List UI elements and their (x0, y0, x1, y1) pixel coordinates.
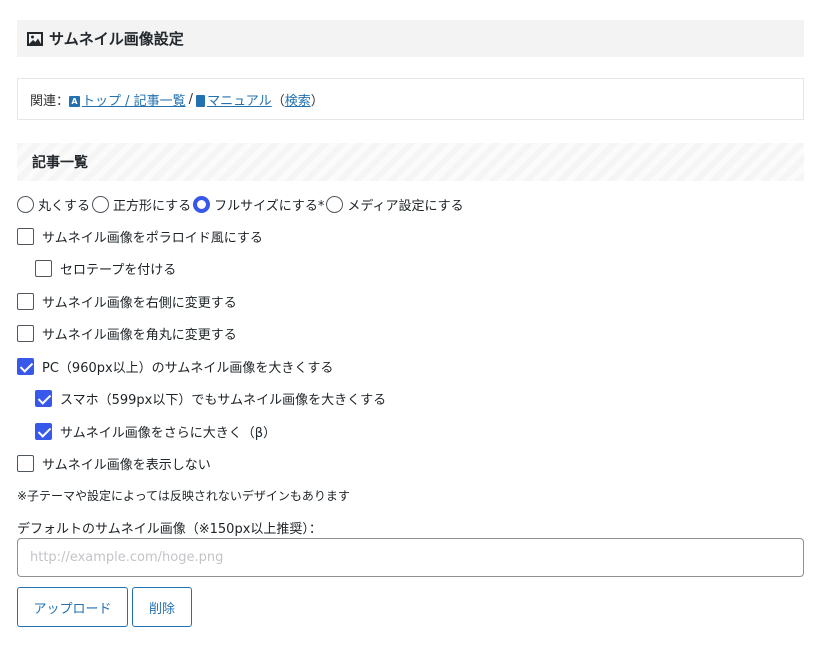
hide-thumbnail-checkbox[interactable] (17, 455, 34, 472)
hide-thumbnail-label: サムネイル画像を表示しない (42, 458, 211, 473)
radio-option-media[interactable]: メディア設定にする (326, 195, 464, 214)
delete-button[interactable]: 削除 (132, 587, 192, 627)
radio-option-square[interactable]: 正方形にする (92, 195, 191, 214)
upload-button[interactable]: アップロード (17, 587, 128, 627)
default-image-label: デフォルトのサムネイル画像（※150px以上推奨）： (17, 522, 322, 537)
pc-large-checkbox[interactable] (17, 358, 34, 375)
tape-option[interactable]: セロテープを付ける (35, 259, 176, 278)
sp-large-label: スマホ（599px以下）でもサムネイル画像を大きくする (60, 393, 387, 408)
open-paren: （ (271, 93, 285, 109)
polaroid-label: サムネイル画像をポラロイド風にする (42, 231, 263, 246)
rounded-option[interactable]: サムネイル画像を角丸に変更する (17, 324, 237, 343)
image-icon (27, 31, 43, 46)
thumbnail-shape-radio-group: 丸くする 正方形にする フルサイズにする* メディア設定にする (17, 193, 466, 215)
larger-label: サムネイル画像をさらに大きく（β） (60, 426, 277, 441)
manual-link-label: マニュアル (207, 93, 272, 109)
related-prefix: 関連： (30, 93, 70, 109)
radio-square-label: 正方形にする (113, 198, 192, 214)
page-title: サムネイル画像設定 (49, 30, 184, 48)
radio-round-label: 丸くする (38, 198, 91, 214)
design-note: ※子テーマや設定によっては反映されないデザインもあります (17, 489, 350, 503)
radio-fullsize[interactable] (193, 195, 211, 213)
close-paren: ） (310, 93, 324, 109)
polaroid-option[interactable]: サムネイル画像をポラロイド風にする (17, 227, 263, 246)
radio-square[interactable] (92, 195, 110, 213)
top-list-link[interactable]: A トップ / 記事一覧 (69, 90, 186, 109)
pc-large-label: PC（960px以上）のサムネイル画像を大きくする (42, 361, 334, 376)
sp-large-option[interactable]: スマホ（599px以下）でもサムネイル画像を大きくする (35, 389, 386, 408)
larger-checkbox[interactable] (35, 423, 52, 440)
top-list-link-label: トップ / 記事一覧 (82, 93, 186, 109)
radio-option-round[interactable]: 丸くする (17, 195, 90, 214)
manual-book-icon (196, 95, 206, 107)
right-side-label: サムネイル画像を右側に変更する (42, 296, 237, 311)
radio-media-label: メディア設定にする (347, 198, 464, 214)
radio-fullsize-label: フルサイズにする* (214, 198, 325, 214)
rounded-checkbox[interactable] (17, 325, 34, 342)
tape-checkbox[interactable] (35, 260, 52, 277)
tape-label: セロテープを付ける (60, 263, 177, 278)
radio-round[interactable] (17, 195, 34, 213)
rounded-label: サムネイル画像を角丸に変更する (42, 328, 237, 343)
radio-media[interactable] (326, 195, 344, 213)
manual-link[interactable]: マニュアル (196, 90, 272, 109)
pc-large-option[interactable]: PC（960px以上）のサムネイル画像を大きくする (17, 357, 333, 376)
admin-icon: A (69, 95, 81, 107)
related-links-box: 関連： A トップ / 記事一覧 / マニュアル （ 検索 ） (17, 78, 804, 120)
default-image-url-input[interactable] (17, 538, 804, 577)
larger-option[interactable]: サムネイル画像をさらに大きく（β） (35, 422, 276, 441)
related-separator: / (188, 91, 194, 107)
settings-title-bar: サムネイル画像設定 (17, 20, 804, 57)
right-side-option[interactable]: サムネイル画像を右側に変更する (17, 292, 237, 311)
sp-large-checkbox[interactable] (35, 390, 52, 407)
section-title: 記事一覧 (32, 155, 88, 171)
right-side-checkbox[interactable] (17, 293, 34, 310)
radio-option-fullsize[interactable]: フルサイズにする* (193, 195, 324, 214)
polaroid-checkbox[interactable] (17, 228, 34, 245)
search-link[interactable]: 検索 (285, 90, 311, 109)
hide-thumbnail-option[interactable]: サムネイル画像を表示しない (17, 454, 211, 473)
section-header-article-list: 記事一覧 (17, 143, 804, 181)
